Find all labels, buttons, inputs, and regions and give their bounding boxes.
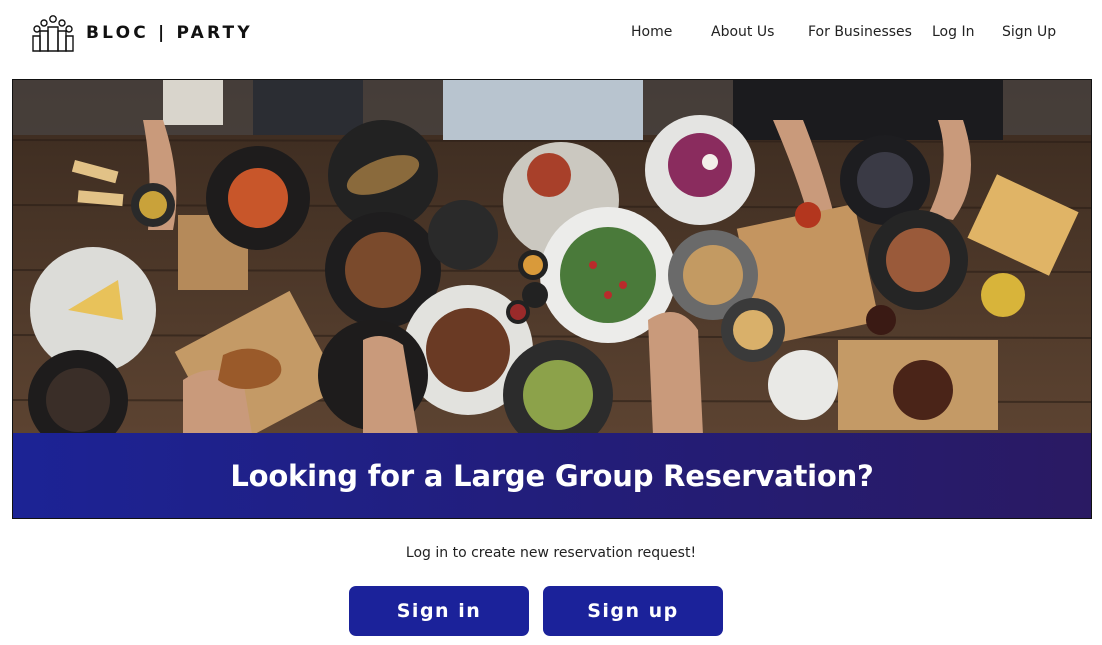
nav-sign-up[interactable]: Sign Up <box>1002 24 1056 40</box>
hero-headline: Looking for a Large Group Reservation? <box>230 458 874 493</box>
main-nav: Home About Us For Businesses Log In Sign… <box>0 24 1102 44</box>
login-prompt: Log in to create new reservation request… <box>405 545 697 561</box>
site-header: BLOC | PARTY Home About Us For Businesse… <box>0 0 1102 79</box>
hero-banner: Looking for a Large Group Reservation? <box>13 433 1091 518</box>
nav-for-businesses[interactable]: For Businesses <box>808 24 912 40</box>
sign-in-button[interactable]: Sign in <box>349 586 529 636</box>
nav-home[interactable]: Home <box>631 24 672 40</box>
hero-section: Looking for a Large Group Reservation? <box>12 79 1092 519</box>
hero-food-photo <box>13 80 1091 433</box>
nav-about-us[interactable]: About Us <box>711 24 774 40</box>
nav-log-in[interactable]: Log In <box>932 24 974 40</box>
sign-up-button[interactable]: Sign up <box>543 586 723 636</box>
